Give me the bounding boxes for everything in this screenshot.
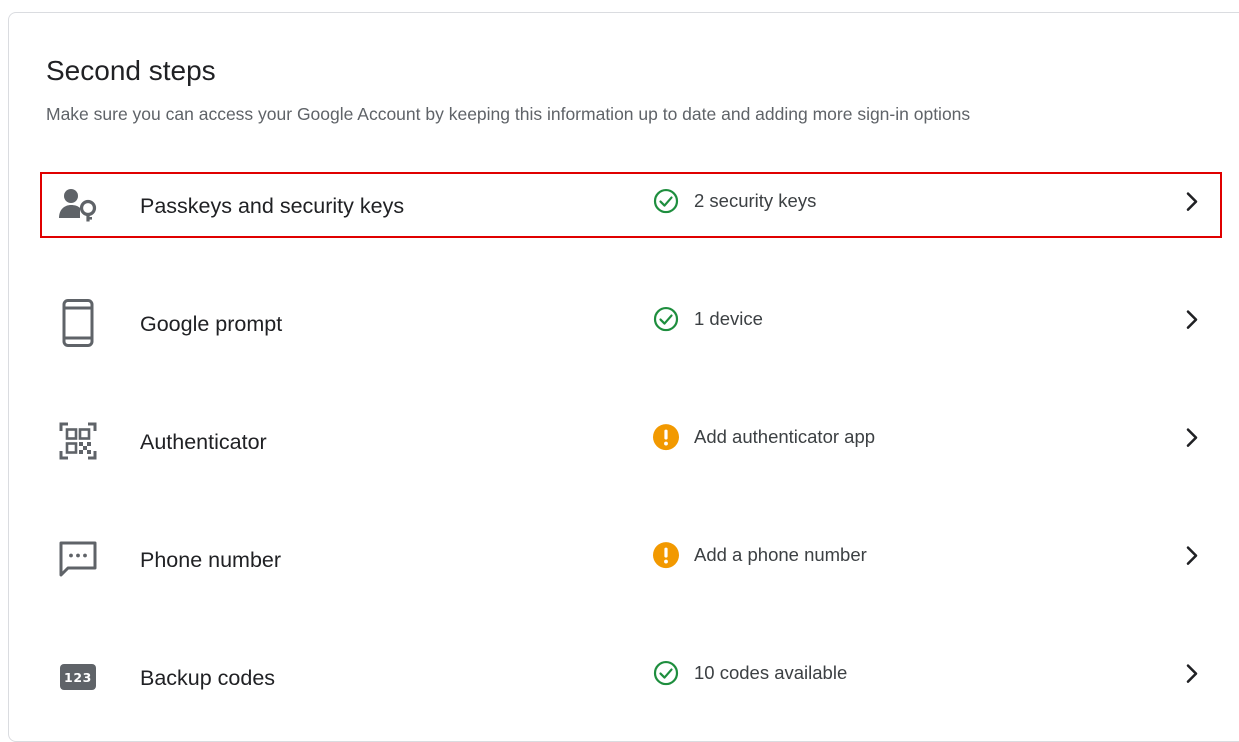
qr-code-icon — [58, 421, 98, 461]
row-label: Phone number — [140, 548, 282, 572]
check-circle-icon — [652, 305, 680, 333]
warning-circle-icon — [652, 423, 680, 451]
chevron-right-icon — [1180, 662, 1204, 686]
row-label: Authenticator — [140, 430, 267, 454]
person-key-icon — [58, 185, 98, 225]
check-circle-icon — [652, 187, 680, 215]
section-title: Second steps — [46, 55, 216, 86]
row-label: Backup codes — [140, 666, 276, 690]
row-authenticator[interactable]: Authenticator Add authenticator app — [42, 410, 1220, 472]
chevron-right-icon — [1180, 544, 1204, 568]
chevron-right-icon — [1180, 190, 1204, 214]
row-label: Passkeys and security keys — [140, 194, 405, 218]
row-label: Google prompt — [140, 312, 283, 336]
backup-codes-icon: 123 — [58, 657, 98, 697]
row-status: 1 device — [652, 305, 763, 333]
phone-device-icon — [58, 299, 98, 347]
row-status: 2 security keys — [652, 187, 816, 215]
check-circle-icon — [652, 659, 680, 687]
section-subtitle: Make sure you can access your Google Acc… — [46, 104, 971, 124]
row-passkeys-security-keys[interactable]: Passkeys and security keys 2 security ke… — [40, 172, 1222, 238]
status-text: Add a phone number — [694, 544, 867, 566]
row-status: Add a phone number — [652, 541, 867, 569]
warning-circle-icon — [652, 541, 680, 569]
row-status: Add authenticator app — [652, 423, 875, 451]
message-icon — [58, 539, 98, 579]
status-text: 2 security keys — [694, 190, 817, 212]
row-phone-number[interactable]: Phone number Add a phone number — [42, 528, 1220, 590]
status-text: 1 device — [694, 308, 763, 330]
status-text: Add authenticator app — [694, 426, 876, 448]
row-backup-codes[interactable]: 123 Backup codes 10 codes available — [42, 646, 1220, 708]
row-status: 10 codes available — [652, 659, 847, 687]
row-google-prompt[interactable]: Google prompt 1 device — [42, 292, 1220, 354]
backup-codes-badge: 123 — [60, 664, 96, 690]
status-text: 10 codes available — [694, 662, 848, 684]
chevron-right-icon — [1180, 308, 1204, 332]
chevron-right-icon — [1180, 426, 1204, 450]
